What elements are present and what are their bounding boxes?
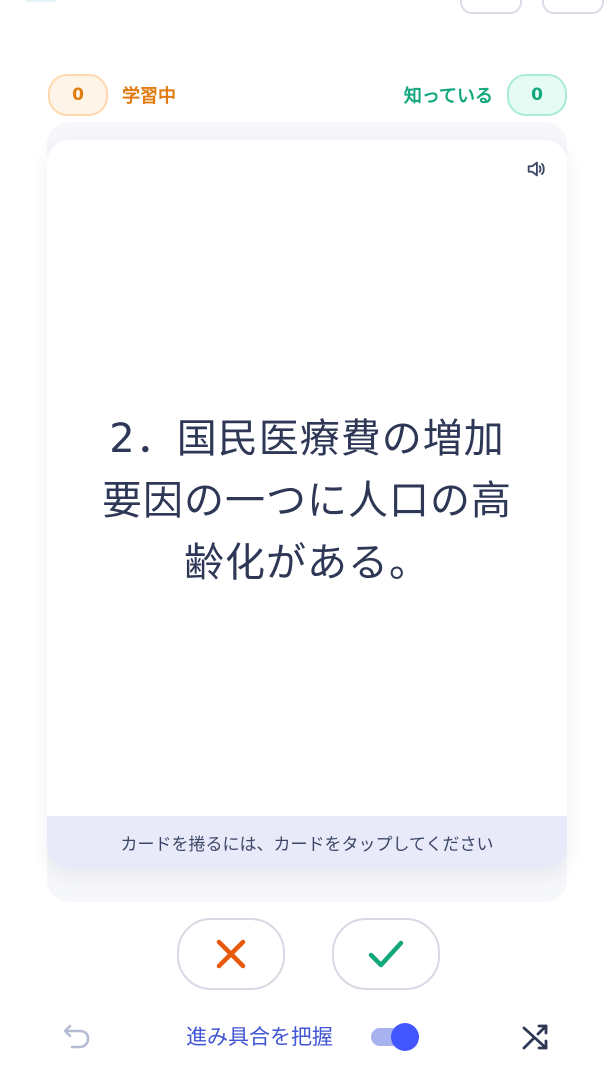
known-count-badge: 0 — [507, 74, 567, 116]
top-button-right[interactable] — [542, 0, 604, 14]
toggle-knob — [391, 1023, 419, 1051]
progress-tracking-toggle[interactable] — [371, 1021, 421, 1053]
progress-tracking-label: 進み具合を把握 — [186, 1025, 333, 1049]
learning-label: 学習中 — [122, 86, 176, 107]
still-learning-button[interactable] — [177, 918, 285, 990]
flip-hint: カードを捲るには、カードをタップしてください — [47, 816, 567, 868]
top-button-left[interactable] — [460, 0, 522, 14]
learning-counter: 0 学習中 — [48, 74, 176, 116]
check-icon — [368, 940, 404, 968]
x-icon — [216, 939, 246, 969]
learning-count-badge: 0 — [48, 74, 108, 116]
undo-icon[interactable] — [60, 1020, 94, 1054]
know-button[interactable] — [332, 918, 440, 990]
top-indicator — [24, 0, 58, 2]
shuffle-icon[interactable] — [520, 1021, 552, 1053]
card-term-text: 2．国民医療費の増加 要因の一つに人口の高 齢化がある。 — [102, 416, 512, 586]
flashcard-screen: 0 学習中 知っている 0 2．国民医療費の増加 要因の一つに人口の高 齢化があ… — [0, 0, 613, 1080]
speaker-icon[interactable] — [525, 158, 547, 180]
known-label: 知っている — [403, 86, 493, 107]
flashcard[interactable]: 2．国民医療費の増加 要因の一つに人口の高 齢化がある。 カードを捲るには、カー… — [47, 140, 567, 868]
known-counter: 知っている 0 — [403, 74, 567, 116]
